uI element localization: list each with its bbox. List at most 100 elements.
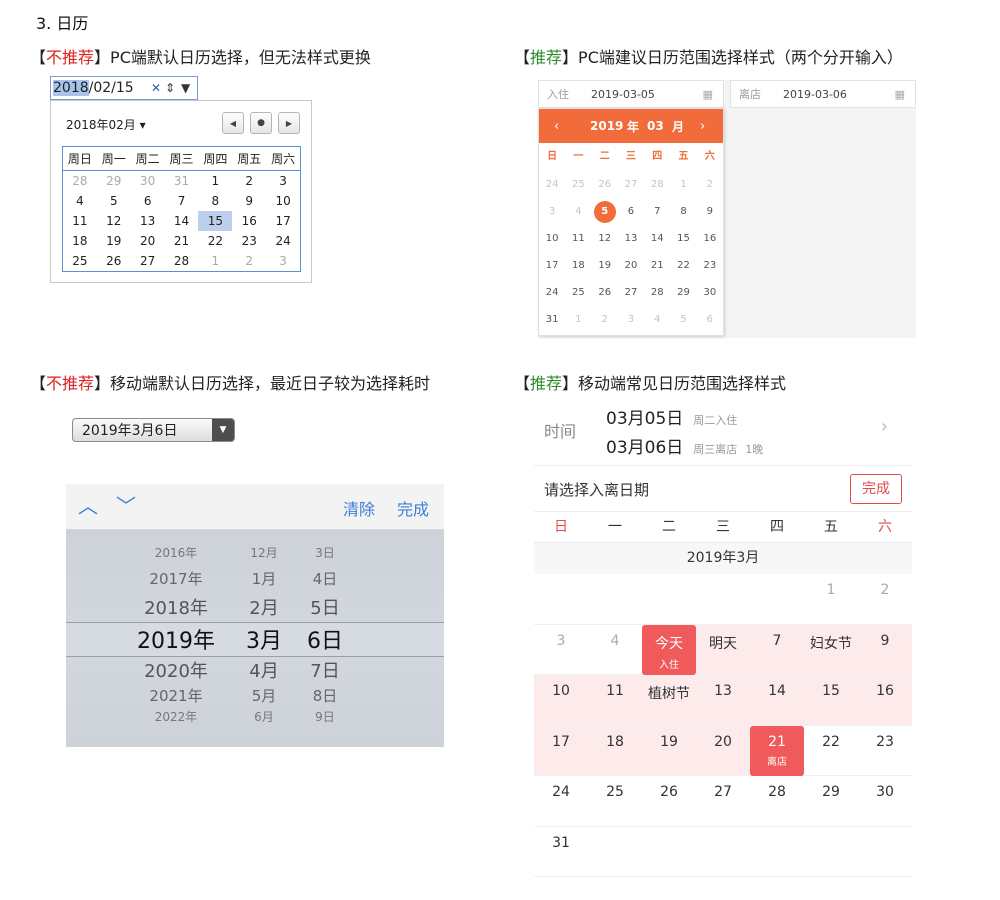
calendar-day[interactable]: 22 — [670, 252, 696, 279]
calendar-day[interactable]: 12 — [97, 211, 131, 231]
wheel-option[interactable]: 9日 — [292, 708, 358, 725]
calendar-day[interactable]: 31 — [539, 306, 565, 333]
calendar-day[interactable]: 16 — [697, 225, 723, 252]
calendar-day[interactable]: 14 — [750, 675, 804, 725]
calendar-day[interactable]: 26 — [97, 251, 131, 271]
calendar-day[interactable]: 15 — [670, 225, 696, 252]
calendar-day[interactable]: 17 — [534, 726, 588, 776]
calendar-day[interactable]: 4 — [644, 306, 670, 333]
next-month-icon[interactable]: › — [700, 119, 705, 134]
calendar-day[interactable]: 26 — [592, 279, 618, 306]
selected-range-summary[interactable]: 时间 03月05日 周二入住 03月06日 周三离店 1晚 › — [534, 398, 912, 466]
calendar-day[interactable]: 27 — [131, 251, 165, 271]
calendar-day[interactable]: 7 — [165, 191, 199, 211]
calendar-day-selected[interactable]: 21 离店 — [750, 725, 804, 776]
date-input-year[interactable]: 2018 — [53, 80, 89, 96]
calendar-day[interactable]: 25 — [63, 251, 97, 271]
calendar-day[interactable]: 明天 — [696, 625, 750, 675]
wheel-option[interactable]: 5日 — [292, 594, 358, 620]
calendar-day[interactable]: 11 — [588, 675, 642, 725]
calendar-day[interactable]: 2 — [232, 171, 266, 191]
calendar-day[interactable]: 9 — [232, 191, 266, 211]
calendar-day[interactable]: 4 — [565, 198, 591, 225]
month-label[interactable]: 03 — [647, 119, 664, 133]
calendar-day[interactable]: 14 — [644, 225, 670, 252]
calendar-day[interactable]: 8 — [670, 198, 696, 225]
calendar-icon[interactable]: ▦ — [895, 88, 905, 101]
calendar-day[interactable]: 3 — [266, 251, 300, 271]
calendar-day[interactable]: 1 — [565, 306, 591, 333]
calendar-day[interactable]: 28 — [750, 776, 804, 826]
calendar-day[interactable]: 31 — [165, 171, 199, 191]
prev-month-icon[interactable]: ‹ — [554, 119, 559, 134]
calendar-day[interactable]: 10 — [539, 225, 565, 252]
calendar-day[interactable]: 18 — [588, 726, 642, 776]
chevron-right-icon[interactable]: › — [881, 416, 888, 437]
calendar-day[interactable]: 19 — [592, 252, 618, 279]
calendar-day[interactable]: 30 — [697, 279, 723, 306]
calendar-day[interactable]: 9 — [858, 625, 912, 675]
calendar-day[interactable]: 24 — [539, 171, 565, 198]
calendar-icon[interactable]: ▦ — [703, 88, 713, 101]
wheel-option[interactable]: 6日 — [292, 623, 358, 655]
wheel-option[interactable]: 4日 — [292, 568, 358, 589]
calendar-day[interactable]: 30 — [131, 171, 165, 191]
calendar-day[interactable]: 妇女节 — [804, 625, 858, 675]
calendar-day[interactable]: 28 — [644, 279, 670, 306]
calendar-day[interactable]: 27 — [696, 776, 750, 826]
checkin-field[interactable]: 入住 2019-03-05 ▦ — [538, 80, 724, 108]
calendar-day[interactable]: 25 — [565, 279, 591, 306]
checkout-field[interactable]: 离店 2019-03-06 ▦ — [730, 80, 916, 108]
calendar-day[interactable]: 6 — [618, 198, 644, 225]
wheel-option[interactable]: 8日 — [292, 685, 358, 706]
calendar-day[interactable]: 29 — [97, 171, 131, 191]
today-button[interactable]: ● — [250, 112, 272, 134]
wheel-picker[interactable]: 2016年 2017年 2018年 2019年 2020年 2021年 2022年 12月 1… — [66, 530, 444, 747]
calendar-day[interactable]: 4 — [588, 625, 642, 675]
calendar-day[interactable]: 13 — [696, 675, 750, 725]
calendar-day[interactable]: 20 — [618, 252, 644, 279]
calendar-day[interactable]: 22 — [804, 726, 858, 776]
calendar-day[interactable]: 21 — [165, 231, 199, 251]
calendar-day[interactable]: 11 — [565, 225, 591, 252]
calendar-day[interactable]: 植树节 — [642, 675, 696, 725]
calendar-day[interactable]: 13 — [618, 225, 644, 252]
calendar-day[interactable]: 28 — [63, 171, 97, 191]
clear-icon[interactable]: ✕ — [151, 81, 161, 95]
calendar-day[interactable]: 5 — [670, 306, 696, 333]
calendar-day[interactable]: 4 — [63, 191, 97, 211]
calendar-day[interactable]: 3 — [266, 171, 300, 191]
calendar-day[interactable]: 19 — [97, 231, 131, 251]
year-label[interactable]: 2019 — [590, 119, 623, 133]
wheel-option[interactable]: 2020年 — [128, 657, 224, 683]
calendar-day[interactable]: 7 — [644, 198, 670, 225]
calendar-day[interactable]: 10 — [266, 191, 300, 211]
calendar-day-selected[interactable]: 5 — [592, 198, 618, 225]
spinner-icon[interactable]: ⇕ — [165, 81, 175, 95]
calendar-day[interactable]: 17 — [266, 211, 300, 231]
calendar-day[interactable]: 28 — [644, 171, 670, 198]
clear-button[interactable]: 清除 — [343, 496, 375, 520]
calendar-day[interactable]: 25 — [565, 171, 591, 198]
calendar-day[interactable]: 26 — [642, 776, 696, 826]
calendar-day[interactable]: 5 — [97, 191, 131, 211]
calendar-day[interactable]: 18 — [63, 231, 97, 251]
checkout-value[interactable]: 2019-03-06 — [783, 88, 847, 101]
calendar-day[interactable]: 6 — [697, 306, 723, 333]
calendar-day[interactable]: 21 — [644, 252, 670, 279]
calendar-day[interactable]: 2 — [697, 171, 723, 198]
calendar-day[interactable]: 30 — [858, 776, 912, 826]
wheel-option[interactable]: 2021年 — [128, 685, 224, 706]
done-button[interactable]: 完成 — [397, 496, 429, 520]
calendar-day[interactable]: 20 — [696, 726, 750, 776]
calendar-day[interactable]: 23 — [858, 726, 912, 776]
calendar-day[interactable]: 29 — [670, 279, 696, 306]
calendar-day[interactable]: 1 — [198, 171, 232, 191]
calendar-day[interactable]: 11 — [63, 211, 97, 231]
calendar-day[interactable]: 7 — [750, 625, 804, 675]
calendar-day[interactable]: 14 — [165, 211, 199, 231]
date-input-rest[interactable]: /02/15 — [89, 80, 134, 96]
chevron-down-icon[interactable]: ﹀ — [116, 490, 136, 519]
calendar-day[interactable]: 29 — [804, 776, 858, 826]
calendar-day[interactable]: 25 — [588, 776, 642, 826]
